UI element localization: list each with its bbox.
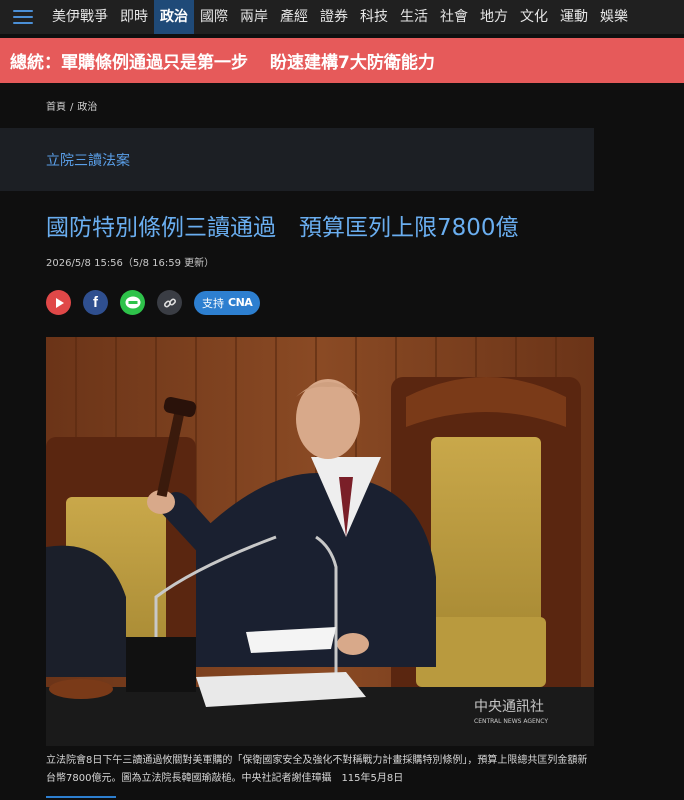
nav-item-8[interactable]: 生活 bbox=[394, 0, 434, 34]
youtube-button[interactable] bbox=[46, 290, 71, 315]
cna-logo: CNA bbox=[228, 296, 253, 309]
link-icon bbox=[163, 297, 176, 308]
nav-item-9[interactable]: 社會 bbox=[434, 0, 474, 34]
breaking-speaker: 總統： bbox=[10, 53, 61, 73]
chamber-photo-illustration: 中央通訊社 CENTRAL NEWS AGENCY bbox=[46, 337, 594, 746]
nav-item-12[interactable]: 運動 bbox=[554, 0, 594, 34]
nav-item-0[interactable]: 美伊戰爭 bbox=[46, 0, 114, 34]
line-share-button[interactable] bbox=[120, 290, 145, 315]
breaking-news-banner[interactable]: 總統： 軍購條例通過只是第一步 盼速建構7大防衛能力 bbox=[0, 38, 684, 83]
article-headline: 國防特別條例三讀通過 預算匡列上限7800億 bbox=[46, 215, 519, 241]
facebook-icon: f bbox=[93, 294, 98, 311]
watermark-cn: 中央通訊社 bbox=[474, 699, 544, 715]
category-label[interactable]: 立院三讀法案 bbox=[46, 150, 130, 170]
breadcrumb-section[interactable]: 政治 bbox=[77, 102, 97, 113]
nav-item-6[interactable]: 證券 bbox=[314, 0, 354, 34]
caption-underline bbox=[46, 796, 116, 798]
menu-icon[interactable] bbox=[0, 0, 46, 34]
breaking-text-part2: 盼速建構7大防衛能力 bbox=[270, 53, 435, 73]
article-photo[interactable]: 中央通訊社 CENTRAL NEWS AGENCY bbox=[46, 337, 594, 746]
support-label: 支持 bbox=[202, 296, 224, 310]
nav-item-11[interactable]: 文化 bbox=[514, 0, 554, 34]
category-bar: 立院三讀法案 bbox=[0, 128, 594, 191]
share-bar: f 支持 CNA bbox=[46, 290, 261, 315]
nav-item-5[interactable]: 產經 bbox=[274, 0, 314, 34]
photo-caption: 立法院會8日下午三讀通過攸關對美軍購的「保衛國家安全及強化不對稱戰力計畫採購特別… bbox=[46, 755, 588, 784]
breaking-text-part1: 軍購條例通過只是第一步 bbox=[61, 53, 248, 73]
cna-watermark: 中央通訊社 CENTRAL NEWS AGENCY bbox=[474, 699, 548, 725]
breadcrumb: 首頁 / 政治 bbox=[46, 98, 97, 113]
nav-items: 美伊戰爭 即時 政治 國際 兩岸 產經 證券 科技 生活 社會 地方 文化 運動 娛樂 bbox=[46, 0, 634, 34]
nav-item-2[interactable]: 政治 bbox=[154, 0, 194, 34]
watermark-en: CENTRAL NEWS AGENCY bbox=[474, 718, 548, 725]
nav-item-13[interactable]: 娛樂 bbox=[594, 0, 634, 34]
top-navigation: 美伊戰爭 即時 政治 國際 兩岸 產經 證券 科技 生活 社會 地方 文化 運動 娛樂 bbox=[0, 0, 684, 34]
facebook-share-button[interactable]: f bbox=[83, 290, 108, 315]
play-icon bbox=[55, 297, 64, 308]
nav-item-3[interactable]: 國際 bbox=[194, 0, 234, 34]
monitor bbox=[126, 637, 196, 692]
nav-item-7[interactable]: 科技 bbox=[354, 0, 394, 34]
nav-item-10[interactable]: 地方 bbox=[474, 0, 514, 34]
nav-item-1[interactable]: 即時 bbox=[114, 0, 154, 34]
line-icon bbox=[125, 296, 140, 308]
breadcrumb-home[interactable]: 首頁 bbox=[46, 102, 66, 113]
gavel-block bbox=[49, 679, 113, 699]
copy-link-button[interactable] bbox=[157, 290, 182, 315]
nav-item-4[interactable]: 兩岸 bbox=[234, 0, 274, 34]
breadcrumb-separator: / bbox=[70, 102, 74, 113]
support-cna-button[interactable]: 支持 CNA bbox=[194, 290, 261, 315]
article-dateline: 2026/5/8 15:56（5/8 16:59 更新） bbox=[46, 258, 215, 269]
